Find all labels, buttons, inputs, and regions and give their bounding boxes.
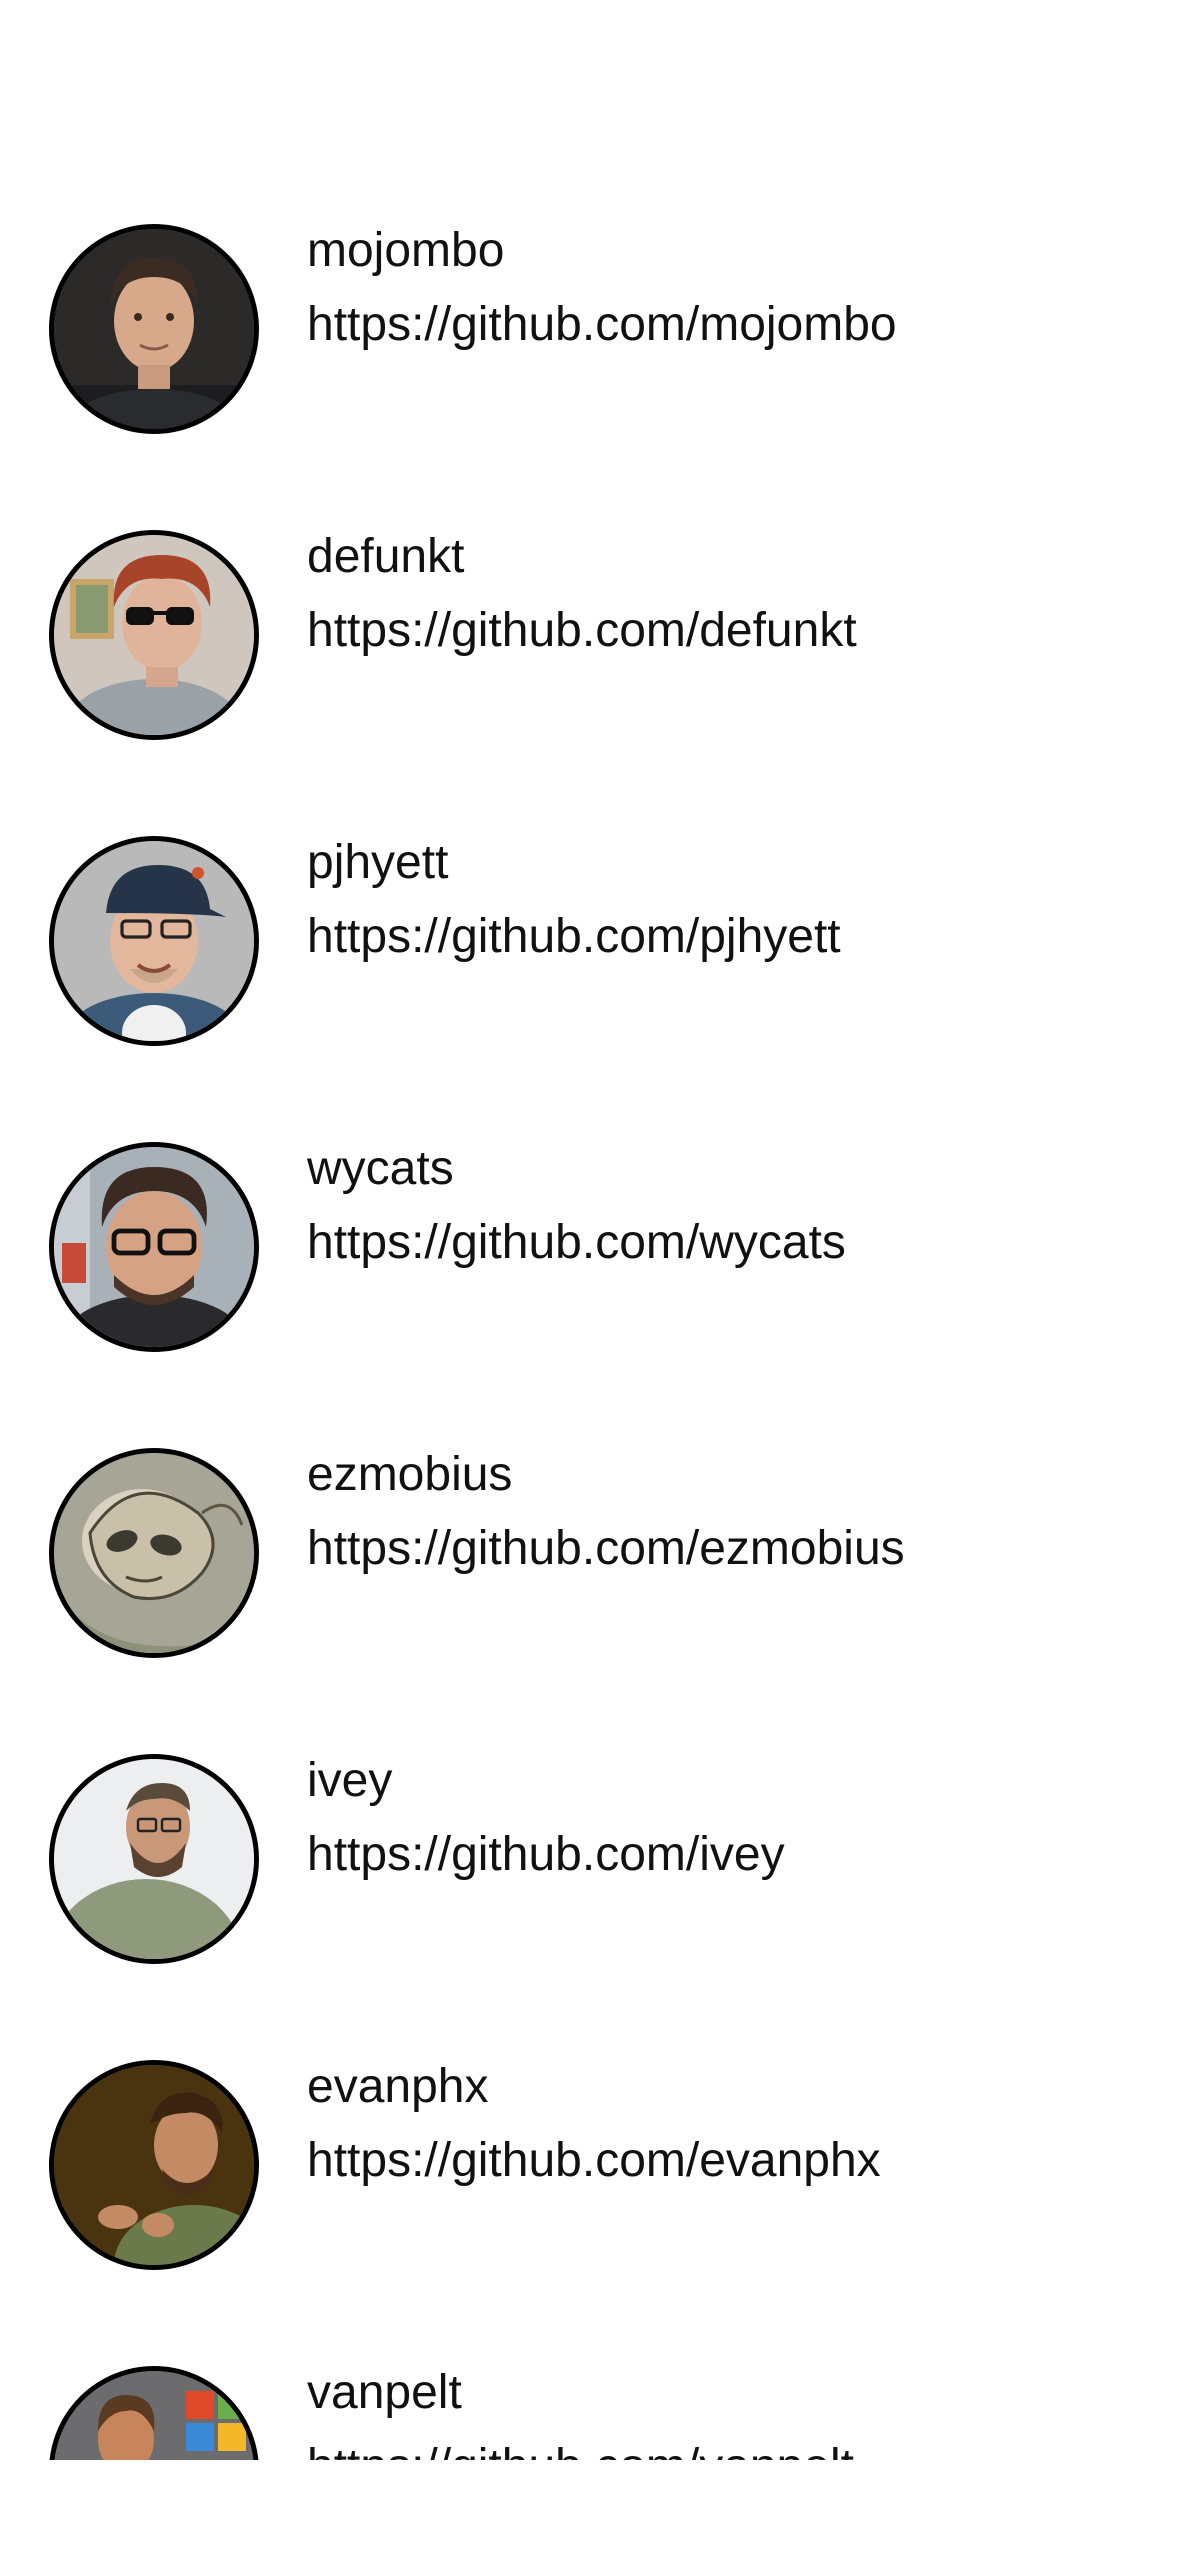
avatar-evanphx <box>49 2060 259 2270</box>
user-row-ivey[interactable]: ivey https://github.com/ivey <box>0 1707 1179 2013</box>
profile-url[interactable]: https://github.com/ivey <box>307 1827 785 1883</box>
avatar-ezmobius <box>49 1448 259 1658</box>
profile-url[interactable]: https://github.com/mojombo <box>307 297 897 353</box>
username: mojombo <box>307 224 505 277</box>
portrait-icon <box>54 2371 254 2460</box>
user-row-pjhyett[interactable]: pjhyett https://github.com/pjhyett <box>0 789 1179 1095</box>
profile-url[interactable]: https://github.com/evanphx <box>307 2133 881 2189</box>
avatar-mojombo <box>49 224 259 434</box>
user-row-mojombo[interactable]: mojombo https://github.com/mojombo <box>0 177 1179 483</box>
portrait-icon <box>54 1147 254 1347</box>
avatar-ivey <box>49 1754 259 1964</box>
portrait-icon <box>54 535 254 735</box>
avatar-pjhyett <box>49 836 259 1046</box>
profile-url[interactable]: https://github.com/defunkt <box>307 603 857 659</box>
portrait-icon <box>54 841 254 1041</box>
portrait-icon <box>54 229 254 429</box>
profile-url[interactable]: https://github.com/ezmobius <box>307 1521 905 1577</box>
user-row-defunkt[interactable]: defunkt https://github.com/defunkt <box>0 483 1179 789</box>
profile-url[interactable]: https://github.com/wycats <box>307 1215 846 1271</box>
username: wycats <box>307 1142 454 1195</box>
username: vanpelt <box>307 2366 462 2419</box>
user-row-ezmobius[interactable]: ezmobius https://github.com/ezmobius <box>0 1401 1179 1707</box>
avatar-vanpelt <box>49 2366 259 2460</box>
username: pjhyett <box>307 836 449 889</box>
user-row-evanphx[interactable]: evanphx https://github.com/evanphx <box>0 2013 1179 2319</box>
avatar-defunkt <box>49 530 259 740</box>
alien-sketch-icon <box>54 1453 254 1653</box>
user-row-wycats[interactable]: wycats https://github.com/wycats <box>0 1095 1179 1401</box>
portrait-icon <box>54 2065 254 2265</box>
username: evanphx <box>307 2060 489 2113</box>
avatar-wycats <box>49 1142 259 1352</box>
username: ivey <box>307 1754 393 1807</box>
profile-url[interactable]: https://github.com/vanpelt <box>307 2439 854 2460</box>
portrait-icon <box>54 1759 254 1959</box>
username: defunkt <box>307 530 465 583</box>
user-list: mojombo https://github.com/mojombo defun… <box>0 0 1179 2460</box>
profile-url[interactable]: https://github.com/pjhyett <box>307 909 841 965</box>
username: ezmobius <box>307 1448 513 1501</box>
user-row-vanpelt[interactable]: vanpelt https://github.com/vanpelt <box>0 2319 1179 2460</box>
